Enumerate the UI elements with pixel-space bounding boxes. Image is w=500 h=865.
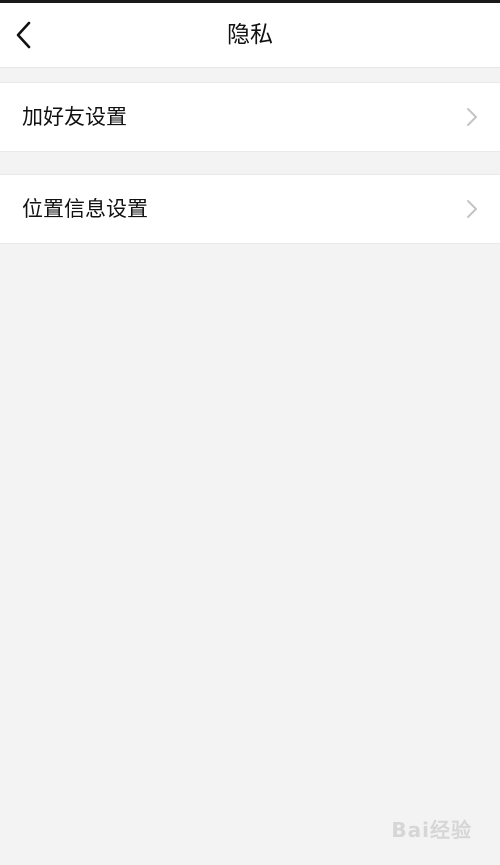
chevron-right-icon (467, 108, 477, 126)
friend-settings-row[interactable]: 加好友设置 (0, 82, 500, 152)
location-settings-label: 位置信息设置 (22, 197, 148, 221)
navigation-bar: 隐私 (0, 3, 500, 68)
page-title: 隐私 (227, 22, 273, 48)
location-settings-row[interactable]: 位置信息设置 (0, 174, 500, 244)
watermark: Bai经验 (391, 818, 472, 842)
friend-settings-label: 加好友设置 (22, 105, 127, 129)
chevron-right-icon (467, 200, 477, 218)
